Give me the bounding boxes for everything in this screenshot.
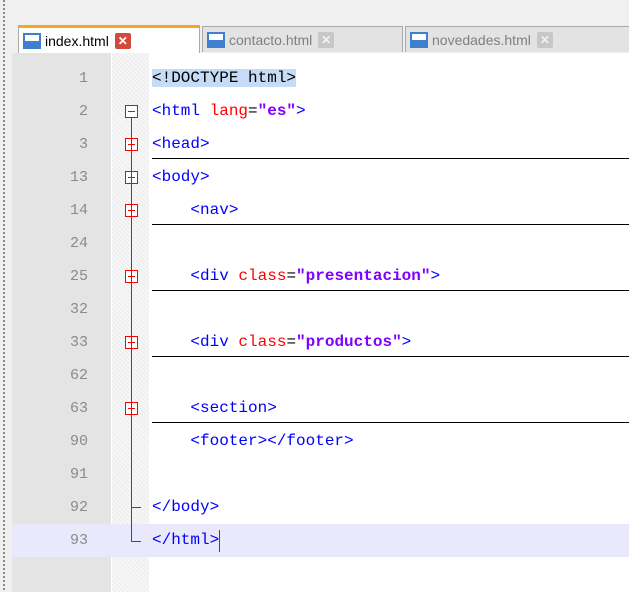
- text-caret: [219, 530, 221, 552]
- code-text[interactable]: <div class="productos">: [152, 326, 411, 359]
- fold-end-tick: [131, 507, 141, 508]
- folded-block-underline: [152, 422, 629, 423]
- folded-block-underline: [152, 356, 629, 357]
- code-line[interactable]: 91: [12, 458, 629, 491]
- code-token: </body>: [152, 498, 220, 516]
- code-token: <html: [152, 102, 210, 120]
- code-token: <footer></footer>: [152, 432, 354, 450]
- line-number: 91: [69, 466, 88, 483]
- code-token: <nav>: [152, 201, 239, 219]
- code-text[interactable]: </body>: [152, 491, 219, 524]
- code-line[interactable]: 90 <footer></footer>: [12, 425, 629, 458]
- close-tab-icon[interactable]: ✕: [536, 31, 553, 48]
- line-number: 90: [69, 433, 88, 450]
- line-number: 93: [69, 532, 88, 549]
- tab-label: index.html: [45, 32, 109, 49]
- line-number: 14: [69, 202, 88, 219]
- code-line[interactable]: 2 <html lang="es">: [12, 95, 629, 128]
- code-line[interactable]: 13 <body>: [12, 161, 629, 194]
- line-number: 63: [69, 400, 88, 417]
- code-line[interactable]: 1 <!DOCTYPE html>: [12, 62, 629, 95]
- code-token: <section>: [152, 399, 277, 417]
- fold-guide-line: [131, 118, 132, 541]
- file-icon: [410, 31, 428, 48]
- code-token: "es": [257, 102, 297, 120]
- code-text[interactable]: <nav>: [152, 194, 238, 227]
- tab-contacto-html[interactable]: contacto.html ✕: [202, 26, 403, 52]
- code-token: =: [286, 333, 297, 351]
- code-line[interactable]: 63 <section>: [12, 392, 629, 425]
- file-icon: [23, 32, 41, 49]
- tab-bar: index.html ✕ contacto.html ✕ novedades.h…: [12, 0, 629, 53]
- tab-index-html[interactable]: index.html ✕: [18, 25, 200, 53]
- folded-block-underline: [152, 290, 629, 291]
- line-number: 25: [69, 268, 88, 285]
- code-token: <div: [152, 333, 239, 351]
- code-token: =: [248, 102, 258, 120]
- code-token: lang: [209, 102, 249, 120]
- line-number: 13: [69, 169, 88, 186]
- line-number: 3: [78, 136, 88, 153]
- line-number: 62: [69, 367, 88, 384]
- code-line[interactable]: 25 <div class="presentacion">: [12, 260, 629, 293]
- code-token: class: [238, 333, 287, 351]
- code-text[interactable]: <footer></footer>: [152, 425, 354, 458]
- code-line[interactable]: 14 <nav>: [12, 194, 629, 227]
- code-line[interactable]: 33 <div class="productos">: [12, 326, 629, 359]
- code-line[interactable]: 92 </body>: [12, 491, 629, 524]
- code-token: <div: [152, 267, 239, 285]
- fold-collapse-icon[interactable]: [125, 105, 138, 118]
- code-token: <head>: [152, 135, 210, 153]
- code-token: "presentacion": [296, 267, 431, 285]
- code-token: =: [286, 267, 297, 285]
- line-number: 1: [78, 70, 88, 87]
- code-line[interactable]: 32: [12, 293, 629, 326]
- folded-block-underline: [152, 224, 629, 225]
- code-text[interactable]: <head>: [152, 128, 210, 161]
- code-text[interactable]: <div class="presentacion">: [152, 260, 440, 293]
- code-token: >: [430, 267, 441, 285]
- line-number: 2: [78, 103, 88, 120]
- code-token: >: [401, 333, 412, 351]
- close-tab-icon[interactable]: ✕: [318, 31, 335, 48]
- code-line[interactable]: 93 </html>: [12, 524, 629, 557]
- code-editor[interactable]: 1 <!DOCTYPE html> 2 <html lang="es"> 3 <head>…: [12, 53, 629, 592]
- code-line[interactable]: 24: [12, 227, 629, 260]
- fold-end-tick: [131, 541, 141, 542]
- code-text[interactable]: <html lang="es">: [152, 95, 306, 128]
- code-token: >: [296, 102, 306, 120]
- tab-label: contacto.html: [229, 31, 313, 48]
- tab-novedades-html[interactable]: novedades.html ✕: [405, 26, 629, 52]
- line-number: 24: [69, 235, 88, 252]
- code-token: <body>: [152, 168, 210, 186]
- line-number: 32: [69, 301, 88, 318]
- code-line[interactable]: 3 <head>: [12, 128, 629, 161]
- panel-splitter[interactable]: [3, 0, 5, 592]
- line-number: 33: [69, 334, 88, 351]
- code-token: <!DOCTYPE html>: [152, 69, 297, 87]
- tab-label: novedades.html: [432, 31, 531, 48]
- code-token: class: [238, 267, 287, 285]
- code-text[interactable]: <body>: [152, 161, 210, 194]
- file-icon: [207, 31, 225, 48]
- folded-block-underline: [152, 158, 629, 159]
- code-text[interactable]: </html>: [152, 524, 219, 557]
- code-line[interactable]: 62: [12, 359, 629, 392]
- code-text[interactable]: <section>: [152, 392, 277, 425]
- line-number: 92: [69, 499, 88, 516]
- code-text[interactable]: <!DOCTYPE html>: [152, 62, 297, 95]
- code-token: </html>: [152, 531, 220, 549]
- code-token: "productos": [296, 333, 402, 351]
- close-tab-icon[interactable]: ✕: [114, 32, 131, 49]
